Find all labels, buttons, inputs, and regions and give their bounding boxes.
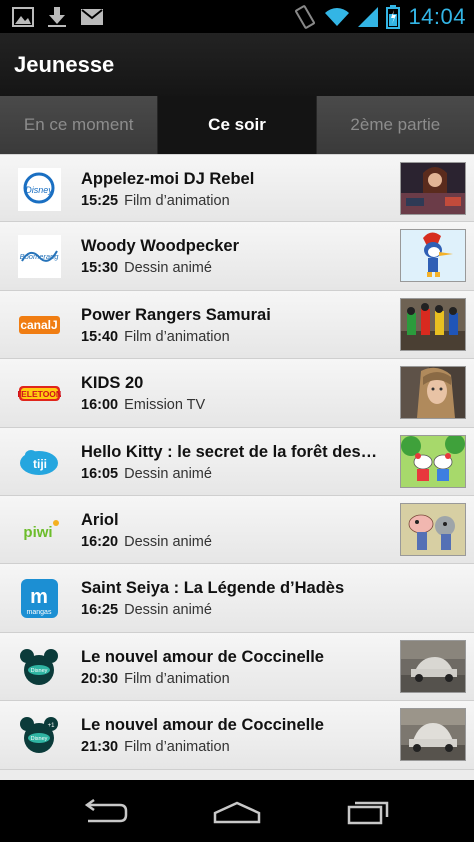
back-icon xyxy=(84,799,128,823)
tab-ce-soir[interactable]: Ce soir xyxy=(158,96,317,154)
program-time: 20:30 xyxy=(81,670,119,687)
recent-apps-icon xyxy=(347,801,389,825)
program-thumbnail xyxy=(400,502,466,556)
mangas-logo: m mangas xyxy=(18,577,61,620)
list-item[interactable]: Disney Appelez-moi DJ Rebel 15:25 Film d’… xyxy=(0,154,474,223)
list-item[interactable]: piwi Ariol 16:20 Dessin animé xyxy=(0,495,474,565)
program-time: 15:40 xyxy=(81,328,119,345)
program-title: Ariol xyxy=(81,510,119,529)
disney-channel-logo: Disney xyxy=(18,168,61,211)
list-item[interactable]: tiji Hello Kitty : le secret de la forêt… xyxy=(0,427,474,496)
svg-text:tiji: tiji xyxy=(33,457,47,471)
program-time: 16:00 xyxy=(81,397,119,414)
list-item[interactable]: Disney Le nouvel amour de Coccinelle 20:… xyxy=(0,632,474,702)
wifi-icon xyxy=(325,8,350,26)
navigation-bar xyxy=(0,780,474,842)
tab-bar: En ce moment Ce soir 2ème partie xyxy=(0,96,474,154)
disney-cinemagic-logo: Disney xyxy=(18,646,61,689)
piwi-logo: piwi xyxy=(18,509,61,552)
program-time: 15:25 xyxy=(81,193,119,209)
program-meta: 15:40 Film d’animation xyxy=(81,329,230,345)
disney-cinemagic-plus1-logo: Disney +1 xyxy=(18,714,61,757)
gallery-icon xyxy=(12,7,34,27)
boomerang-logo: Boomerang xyxy=(18,235,61,279)
program-meta: 15:25 Film d’animation xyxy=(81,193,230,209)
action-bar: Jeunesse xyxy=(0,33,474,97)
signal-icon xyxy=(358,7,379,27)
program-genre: Dessin animé xyxy=(124,260,212,277)
list-item[interactable]: canalJ Power Rangers Samurai 15:40 Film d… xyxy=(0,290,474,360)
home-button[interactable] xyxy=(207,795,267,829)
list-item[interactable]: Disney +1 Le nouvel amour de Coccinelle … xyxy=(0,701,474,770)
program-time: 16:20 xyxy=(81,533,119,550)
battery-icon xyxy=(386,5,401,29)
program-genre: Dessin animé xyxy=(124,602,212,619)
program-time: 16:25 xyxy=(81,602,119,619)
program-title: Power Rangers Samurai xyxy=(81,305,271,324)
program-genre: Dessin animé xyxy=(124,465,212,482)
tab-2eme-partie[interactable]: 2ème partie xyxy=(316,96,474,154)
program-genre: Film d’animation xyxy=(124,328,230,345)
program-thumbnail xyxy=(400,297,466,351)
list-item[interactable]: Boomerang Woody Woodpecker 15:30 Dessin a… xyxy=(0,222,474,291)
status-bar: 14:04 xyxy=(0,0,474,33)
clock: 14:04 xyxy=(408,4,466,29)
download-icon xyxy=(48,7,66,27)
list-item[interactable]: m mangas Saint Seiya : La Légende d’Hadè… xyxy=(0,564,474,633)
svg-text:Disney: Disney xyxy=(31,736,48,742)
home-icon xyxy=(213,801,261,824)
gmail-icon xyxy=(81,9,103,25)
svg-text:mangas: mangas xyxy=(27,609,52,616)
program-title: Appelez-moi DJ Rebel xyxy=(81,170,255,188)
program-genre: Film d’animation xyxy=(124,739,230,756)
svg-text:Disney: Disney xyxy=(25,185,53,195)
program-list: Disney Appelez-moi DJ Rebel 15:25 Film d’… xyxy=(0,154,474,770)
program-thumbnail xyxy=(400,162,466,215)
program-meta: 21:30 Film d’animation xyxy=(81,739,230,755)
program-title: Le nouvel amour de Coccinelle xyxy=(81,716,324,735)
program-meta: 20:30 Film d’animation xyxy=(81,671,230,687)
back-button[interactable] xyxy=(75,795,135,829)
svg-text:TELETOON: TELETOON xyxy=(18,389,61,399)
list-item[interactable]: TELETOON KIDS 20 16:00 Emission TV xyxy=(0,359,474,428)
program-title: Saint Seiya : La Légende d’Hadès xyxy=(81,579,345,598)
program-meta: 16:05 Dessin animé xyxy=(81,466,212,482)
program-genre: Dessin animé xyxy=(124,533,212,550)
recent-apps-button[interactable] xyxy=(339,795,399,829)
program-genre: Film d’animation xyxy=(124,670,230,687)
program-title: Woody Woodpecker xyxy=(81,237,239,256)
program-meta: 15:30 Dessin animé xyxy=(81,260,212,276)
program-genre: Emission TV xyxy=(124,397,206,414)
program-thumbnail xyxy=(400,434,466,488)
vibrate-icon xyxy=(295,5,316,29)
svg-text:piwi: piwi xyxy=(23,524,52,541)
program-meta: 16:25 Dessin animé xyxy=(81,602,212,618)
canal-j-logo: canalJ xyxy=(18,304,61,347)
program-meta: 16:20 Dessin animé xyxy=(81,534,212,550)
svg-text:+1: +1 xyxy=(48,723,56,729)
svg-text:Disney: Disney xyxy=(31,668,48,674)
program-time: 15:30 xyxy=(81,260,119,277)
program-thumbnail xyxy=(400,708,466,762)
program-meta: 16:00 Emission TV xyxy=(81,397,205,413)
svg-text:m: m xyxy=(30,586,48,608)
program-time: 16:05 xyxy=(81,465,119,482)
program-thumbnail xyxy=(400,229,466,283)
program-thumbnail xyxy=(400,639,466,693)
program-title: Hello Kitty : le secret de la forêt des … xyxy=(81,442,381,461)
program-genre: Film d’animation xyxy=(124,193,230,209)
program-thumbnail xyxy=(400,366,466,420)
program-title: KIDS 20 xyxy=(81,374,144,393)
svg-text:Boomerang: Boomerang xyxy=(20,252,60,261)
tab-en-ce-moment[interactable]: En ce moment xyxy=(0,96,159,154)
program-time: 21:30 xyxy=(81,739,119,756)
teletoon-logo: TELETOON xyxy=(18,372,61,415)
program-title: Le nouvel amour de Coccinelle xyxy=(81,647,324,666)
tiji-logo: tiji xyxy=(18,441,61,484)
page-title: Jeunesse xyxy=(14,52,115,77)
svg-text:canalJ: canalJ xyxy=(20,318,57,332)
